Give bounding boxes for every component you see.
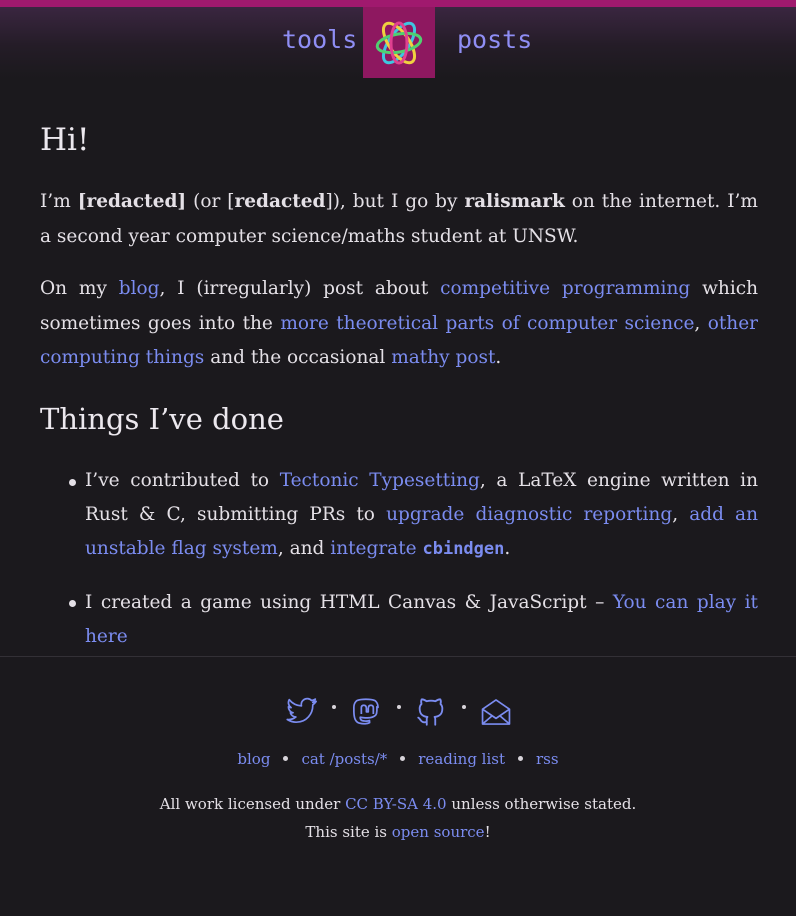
handle: ralismark bbox=[464, 191, 565, 212]
text: (or [ bbox=[186, 191, 235, 212]
mathy-post-link[interactable]: mathy post bbox=[391, 347, 495, 368]
text: ! bbox=[484, 823, 491, 841]
text: and the occasional bbox=[204, 347, 392, 368]
text: , bbox=[672, 504, 690, 525]
footer-links: blog cat /posts/* reading list rss bbox=[0, 750, 796, 768]
twitter-icon[interactable] bbox=[285, 695, 319, 733]
footer-divider bbox=[0, 656, 796, 657]
footer-link-cat-posts[interactable]: cat /posts/* bbox=[301, 750, 387, 768]
text: unless otherwise stated. bbox=[446, 795, 637, 813]
text: integrate bbox=[330, 538, 423, 559]
text: I created a game using HTML Canvas & Jav… bbox=[85, 592, 613, 613]
accent-bar bbox=[0, 0, 796, 7]
nav-tools-link[interactable]: tools bbox=[282, 25, 357, 54]
source-notice: This site is open source! bbox=[0, 823, 796, 841]
text: This site is bbox=[305, 823, 392, 841]
competitive-programming-link[interactable]: competitive programming bbox=[440, 278, 690, 299]
code: cbindgen bbox=[422, 539, 505, 559]
separator-dot bbox=[518, 756, 524, 761]
list-bullet bbox=[69, 479, 76, 486]
intro-heading: Hi! bbox=[40, 122, 90, 158]
text: I’ve contributed to bbox=[85, 470, 280, 491]
github-icon[interactable] bbox=[414, 695, 448, 733]
site-header: tools posts bbox=[0, 7, 796, 78]
text: ]), but I go by bbox=[325, 191, 465, 212]
logo-icon bbox=[375, 21, 423, 65]
text: On my bbox=[40, 278, 119, 299]
nav-posts-link[interactable]: posts bbox=[457, 25, 532, 54]
text: . bbox=[504, 538, 511, 559]
footer-link-rss[interactable]: rss bbox=[536, 750, 559, 768]
text: . bbox=[495, 347, 502, 368]
intro-paragraph: I’m [redacted] (or [redacted]), but I go… bbox=[40, 185, 758, 254]
theoretical-cs-link[interactable]: more theoretical parts of computer scien… bbox=[280, 313, 694, 334]
mastodon-icon[interactable] bbox=[350, 695, 382, 733]
separator-dot bbox=[397, 705, 401, 709]
text: , and bbox=[277, 538, 331, 559]
email-icon[interactable] bbox=[479, 695, 513, 733]
text: , bbox=[694, 312, 708, 334]
list-bullet bbox=[69, 600, 76, 607]
text: All work licensed under bbox=[159, 795, 346, 813]
license-notice: All work licensed under CC BY-SA 4.0 unl… bbox=[0, 795, 796, 813]
list-item: I created a game using HTML Canvas & Jav… bbox=[85, 586, 758, 654]
blog-link[interactable]: blog bbox=[119, 278, 160, 299]
footer-link-reading-list[interactable]: reading list bbox=[418, 750, 505, 768]
text: I’m bbox=[40, 191, 78, 212]
tectonic-link[interactable]: Tectonic Typesetting bbox=[280, 470, 480, 491]
redacted-name: [redacted] bbox=[77, 191, 187, 212]
license-link[interactable]: CC BY-SA 4.0 bbox=[345, 795, 447, 813]
list-item: I’ve contributed to Tectonic Typesetting… bbox=[85, 464, 758, 566]
redacted-name: redacted bbox=[234, 191, 326, 212]
open-source-link[interactable]: open source bbox=[392, 823, 485, 841]
diagnostic-reporting-link[interactable]: upgrade diagnostic reporting bbox=[386, 504, 672, 525]
home-logo-button[interactable] bbox=[363, 7, 435, 78]
things-done-heading: Things I’ve done bbox=[40, 402, 284, 436]
separator-dot bbox=[400, 756, 406, 761]
separator-dot bbox=[283, 756, 289, 761]
separator-dot bbox=[332, 705, 336, 709]
footer-link-blog[interactable]: blog bbox=[237, 750, 270, 768]
blog-paragraph: On my blog, I (irregularly) post about c… bbox=[40, 272, 758, 376]
separator-dot bbox=[462, 705, 466, 709]
cbindgen-link[interactable]: integrate cbindgen bbox=[330, 538, 504, 559]
text: , I (irregularly) post about bbox=[159, 278, 441, 299]
